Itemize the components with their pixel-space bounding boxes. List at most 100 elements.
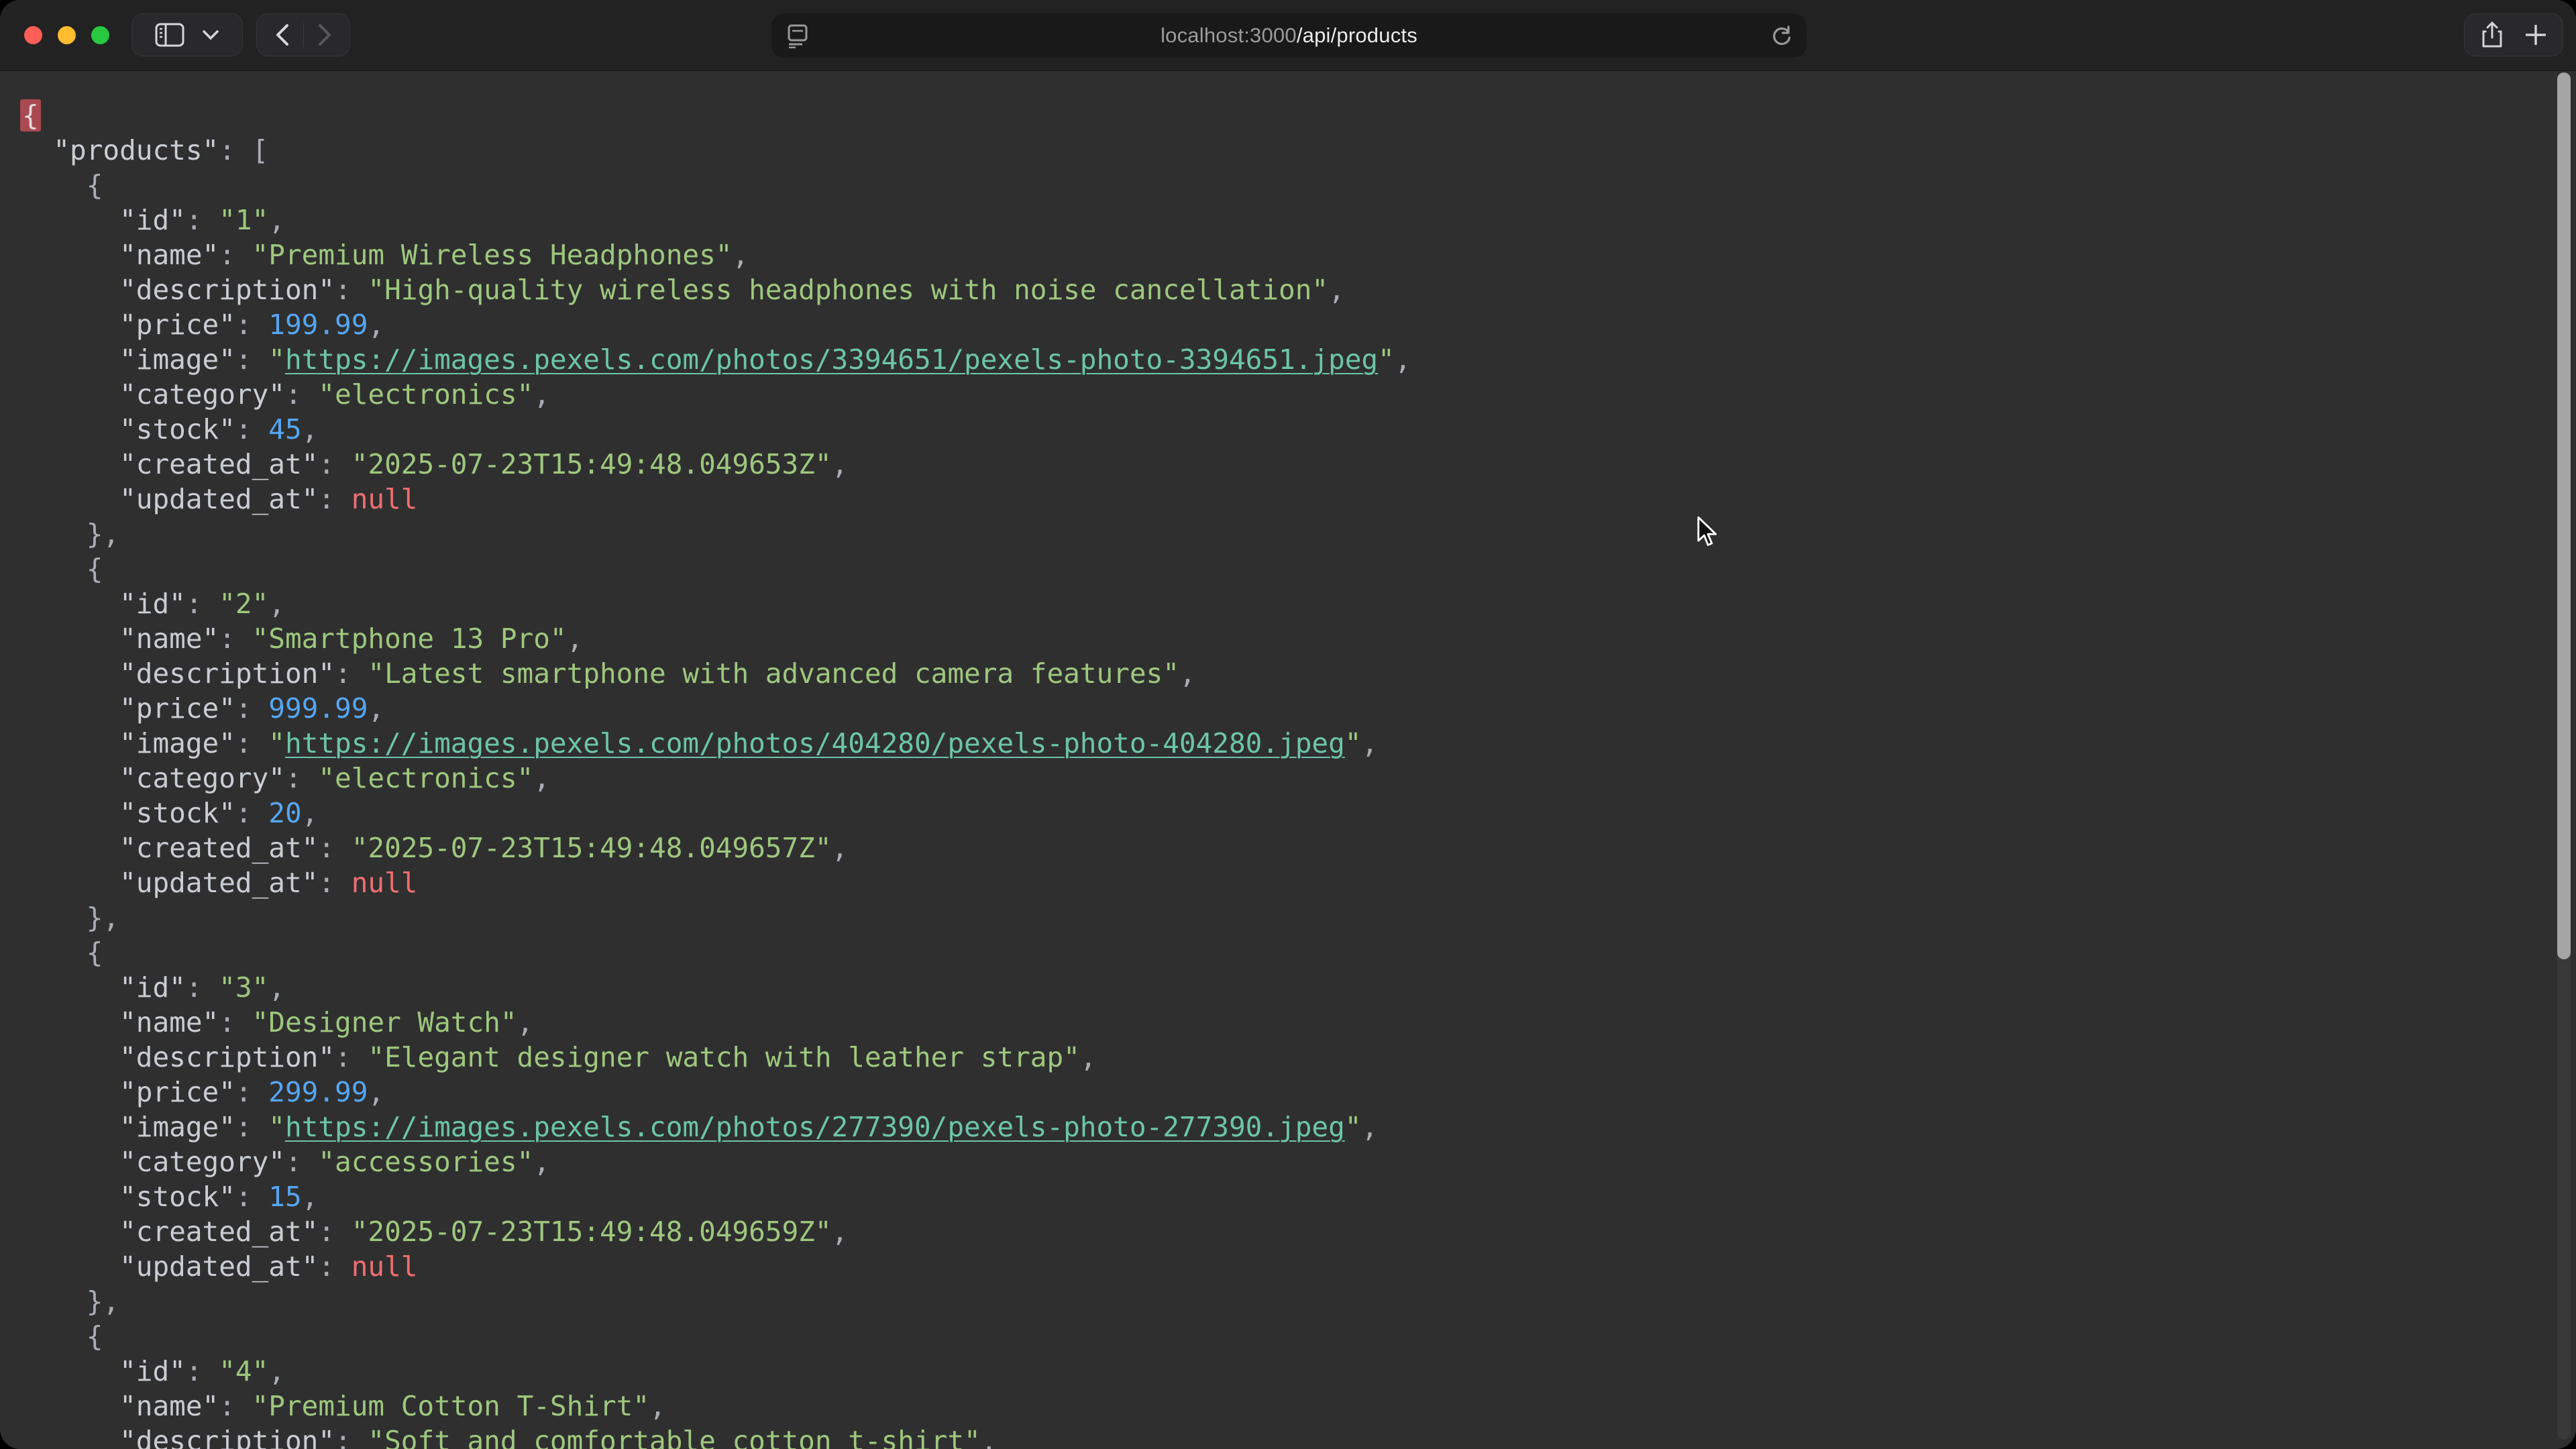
json-number-value: 45 (268, 413, 301, 445)
json-string-value: "accessories" (318, 1146, 533, 1178)
json-colon: : (318, 1250, 351, 1283)
json-string-value: "Premium Wireless Headphones" (252, 239, 733, 271)
json-key: "created_at" (119, 832, 318, 864)
back-button[interactable] (262, 23, 303, 46)
json-string-value: "Soft and comfortable cotton t-shirt" (368, 1425, 980, 1449)
json-comma: , (1361, 1111, 1378, 1143)
json-comma: , (368, 1076, 384, 1108)
page-settings-icon[interactable] (786, 24, 809, 48)
json-comma: , (533, 1146, 550, 1178)
chevron-down-icon[interactable] (202, 30, 219, 40)
json-punctuation: }, (87, 902, 119, 934)
json-comma: , (832, 832, 849, 864)
json-colon: : (219, 1006, 252, 1038)
json-line: "description": "Latest smartphone with a… (20, 656, 2576, 691)
json-string-value: "3" (219, 971, 268, 1004)
json-line: "created_at": "2025-07-23T15:49:48.04965… (20, 447, 2576, 482)
json-line: "stock": 20, (20, 796, 2576, 830)
json-key: "name" (119, 239, 219, 271)
json-line: "price": 199.99, (20, 307, 2576, 342)
json-colon: : (318, 1216, 351, 1248)
json-comma: , (649, 1390, 666, 1422)
json-key: "updated_at" (119, 1250, 318, 1283)
json-line: "created_at": "2025-07-23T15:49:48.04965… (20, 830, 2576, 865)
json-line: "id": "1", (20, 203, 2576, 237)
zoom-button[interactable] (91, 26, 109, 44)
json-number-value: 199.99 (268, 309, 368, 341)
json-key: "image" (119, 343, 235, 376)
json-line: "created_at": "2025-07-23T15:49:48.04965… (20, 1214, 2576, 1249)
json-key: "created_at" (119, 1216, 318, 1248)
json-comma: , (1080, 1041, 1097, 1073)
close-button[interactable] (24, 26, 42, 44)
minimize-button[interactable] (58, 26, 76, 44)
json-comma: , (302, 413, 319, 445)
sidebar-icon[interactable] (155, 23, 184, 47)
sidebar-toggle-group (131, 13, 243, 56)
json-line: "category": "electronics", (20, 377, 2576, 412)
forward-button[interactable] (304, 23, 345, 46)
json-string-value: "2025-07-23T15:49:48.049657Z" (352, 832, 832, 864)
json-key: "products" (53, 134, 219, 166)
json-key: "updated_at" (119, 483, 318, 515)
json-colon: : (235, 1111, 268, 1143)
new-tab-button[interactable] (2526, 25, 2546, 45)
json-colon: : (318, 832, 351, 864)
reload-icon[interactable] (1770, 24, 1793, 48)
json-quote: " (268, 1111, 285, 1143)
json-comma: , (268, 1355, 285, 1387)
json-comma: , (533, 762, 550, 794)
json-line: "name": "Designer Watch", (20, 1005, 2576, 1040)
json-quote: " (1345, 727, 1362, 759)
json-colon: : (235, 413, 268, 445)
json-quote: " (268, 343, 285, 376)
json-image-link[interactable]: https://images.pexels.com/photos/277390/… (285, 1111, 1345, 1143)
json-comma: , (1328, 274, 1345, 306)
json-key: "name" (119, 1006, 219, 1038)
right-actions-group (2464, 13, 2563, 56)
json-image-link[interactable]: https://images.pexels.com/photos/3394651… (285, 343, 1378, 376)
json-response-viewer: { "products": [ { "id": "1", "name": "Pr… (0, 71, 2576, 1449)
json-line: "stock": 15, (20, 1179, 2576, 1214)
json-string-value: "Latest smartphone with advanced camera … (368, 657, 1179, 690)
json-string-value: "electronics" (318, 378, 533, 411)
json-comma: , (533, 378, 550, 411)
json-punctuation: { (87, 169, 103, 201)
json-key: "price" (119, 692, 235, 724)
json-image-link[interactable]: https://images.pexels.com/photos/404280/… (285, 727, 1345, 759)
json-colon: : (318, 448, 351, 480)
scrollbar-thumb[interactable] (2557, 72, 2571, 959)
json-key: "id" (119, 204, 186, 236)
json-number-value: 15 (268, 1181, 301, 1213)
json-colon: : (235, 692, 268, 724)
json-colon: : (235, 343, 268, 376)
json-comma: , (368, 309, 384, 341)
json-line: { (20, 551, 2576, 586)
json-comma: , (981, 1425, 998, 1449)
json-line: "id": "4", (20, 1354, 2576, 1389)
share-button[interactable] (2481, 21, 2503, 48)
json-string-value: "2025-07-23T15:49:48.049653Z" (352, 448, 832, 480)
json-key: "id" (119, 588, 186, 620)
json-key: "description" (119, 1425, 335, 1449)
json-colon: : (235, 1181, 268, 1213)
json-line: "id": "3", (20, 970, 2576, 1005)
json-comma: , (832, 448, 849, 480)
json-line: "description": "Soft and comfortable cot… (20, 1424, 2576, 1449)
json-null-value: null (352, 483, 418, 515)
json-comma: , (567, 623, 584, 655)
json-line: "image": "https://images.pexels.com/phot… (20, 726, 2576, 761)
json-punctuation: : [ (219, 134, 268, 166)
json-key: "id" (119, 971, 186, 1004)
json-key: "category" (119, 762, 285, 794)
address-bar[interactable]: localhost:3000/api/products (771, 13, 1807, 58)
json-key: "stock" (119, 797, 235, 829)
json-colon: : (186, 588, 219, 620)
json-key: "name" (119, 623, 219, 655)
json-colon: : (318, 483, 351, 515)
json-string-value: "2025-07-23T15:49:48.049659Z" (352, 1216, 832, 1248)
json-colon: : (235, 727, 268, 759)
json-colon: : (285, 1146, 318, 1178)
json-comma: , (1361, 727, 1378, 759)
json-punctuation: }, (87, 1285, 119, 1318)
